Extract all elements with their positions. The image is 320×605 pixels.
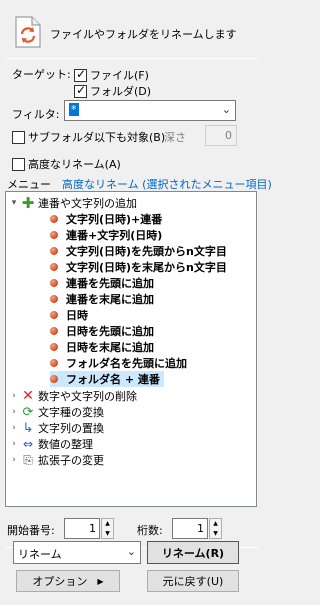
tree-group-replace[interactable]: › ↳ 文字列の置換 [9,420,104,436]
expand-arrow-icon[interactable]: › [9,391,19,401]
tree-group-delete[interactable]: › ✕ 数字や文字列の削除 [9,388,137,404]
red-x-icon: ✕ [22,388,34,404]
subfolder-label: サブフォルダ以下も対象(B) [28,131,166,144]
target-label: ターゲット: [12,68,71,81]
tree-item[interactable]: フォルダ名を先頭に追加 [50,355,187,371]
advanced-menu-link[interactable]: 高度なリネーム (選択されたメニュー項目) [62,176,272,192]
tree-group-extension[interactable]: › ⎘ 拡張子の変更 [9,452,104,468]
number-icon: ⇔ [22,437,34,451]
start-number-stepper[interactable]: ▲ ▼ [101,518,114,539]
rename-app-icon [15,16,41,48]
tree-item-selected[interactable]: フォルダ名 + 連番 [50,371,164,387]
tree-group-label: 文字種の変換 [38,406,104,419]
expand-arrow-icon[interactable]: › [9,439,19,449]
up-arrow-icon[interactable]: ▲ [213,520,218,527]
down-arrow-icon[interactable]: ▼ [105,530,110,537]
bullet-icon [50,231,58,239]
advanced-checkbox[interactable] [12,157,25,171]
bullet-icon [50,263,58,271]
tree-group-add[interactable]: ▾ ✚ 連番や文字列の追加 [9,194,137,212]
expand-arrow-icon[interactable]: › [9,423,19,433]
bullet-icon [50,279,58,287]
tree-group-label: 文字列の置換 [38,422,104,435]
bullet-icon [50,295,58,303]
tree-item[interactable]: 連番を先頭に追加 [50,275,154,291]
file-checkbox-label: ファイル(F) [90,69,149,82]
separator-top [6,58,258,59]
bullet-icon [50,375,58,383]
subfolder-checkbox-row[interactable]: サブフォルダ以下も対象(B) [12,129,165,145]
advanced-checkbox-row[interactable]: 高度なリネーム(A) [12,156,121,172]
filter-combo[interactable]: * ⌄ [64,100,236,121]
file-checkbox-row[interactable]: ファイル(F) [74,67,149,83]
folder-checkbox-label: フォルダ(D) [90,85,152,98]
menu-label: メニュー [7,178,51,191]
tree-group-label: 連番や文字列の追加 [38,197,137,210]
tree-item[interactable]: 日時 [50,307,88,323]
undo-button[interactable]: 元に戻す(U) [147,570,239,592]
header-description: ファイルやフォルダをリネームします [50,28,237,41]
rename-button[interactable]: リネーム(R) [147,541,239,564]
chevron-down-icon[interactable]: ⌄ [222,103,231,116]
up-arrow-icon[interactable]: ▲ [105,520,110,527]
bullet-icon [50,359,58,367]
depth-label: 深さ [164,131,186,144]
expand-arrow-icon[interactable]: › [9,455,19,465]
digits-value[interactable]: 1 [197,522,204,535]
tree-item[interactable]: 連番+文字列(日時) [50,227,162,243]
mode-select[interactable]: リネーム ⌄ [13,541,141,564]
down-arrow-icon[interactable]: ▼ [213,530,218,537]
header: ファイルやフォルダをリネームします [8,14,258,50]
tree-group-label: 拡張子の変更 [38,454,104,467]
digits-stepper[interactable]: ▲ ▼ [209,518,222,539]
tree-item[interactable]: 日時を先頭に追加 [50,323,154,339]
start-number-input[interactable]: 1 [64,518,100,539]
file-checkbox[interactable] [74,67,87,82]
digits-input[interactable]: 1 [172,518,208,539]
tree-item[interactable]: 文字列(日時)+連番 [50,211,162,227]
advanced-label: 高度なリネーム(A) [28,158,121,171]
start-number-label: 開始番号: [7,524,55,537]
tree-group-label: 数値の整理 [38,438,93,451]
depth-input[interactable]: 0 [205,125,237,146]
bullet-icon [50,247,58,255]
tree-group-convert[interactable]: › ⟳ 文字種の変換 [9,404,104,420]
expand-arrow-icon[interactable]: › [9,407,19,417]
bullet-icon [50,311,58,319]
submenu-arrow-icon: ▶ [97,576,104,586]
bullet-icon [50,215,58,223]
digits-label: 桁数: [137,524,163,537]
filter-value[interactable]: * [69,103,79,116]
subfolder-checkbox[interactable] [12,130,25,144]
options-button-label: オプション [32,575,88,588]
tree-group-label: 数字や文字列の削除 [38,390,137,403]
green-plus-icon: ✚ [21,194,35,212]
extension-icon: ⎘ [23,452,33,467]
folder-checkbox[interactable] [74,83,87,98]
tree-item[interactable]: 連番を末尾に追加 [50,291,154,307]
mode-select-value: リネーム [18,548,62,561]
tree-item[interactable]: 文字列(日時)を先頭からn文字目 [50,243,227,259]
tree-group-numbers[interactable]: › ⇔ 数値の整理 [9,436,93,452]
menu-tree[interactable]: ▾ ✚ 連番や文字列の追加 文字列(日時)+連番 連番+文字列(日時) 文字列(… [5,191,257,507]
collapse-arrow-icon[interactable]: ▾ [9,198,19,208]
start-number-value[interactable]: 1 [89,522,96,535]
convert-icon: ⟳ [22,404,34,420]
filter-label: フィルタ: [12,108,60,121]
bullet-icon [50,343,58,351]
folder-checkbox-row[interactable]: フォルダ(D) [74,83,151,99]
replace-icon: ↳ [22,420,34,436]
options-button[interactable]: オプション ▶ [16,570,120,592]
bullet-icon [50,327,58,335]
tree-item[interactable]: 文字列(日時)を末尾からn文字目 [50,259,227,275]
tree-item[interactable]: 日時を末尾に追加 [50,339,154,355]
chevron-down-icon[interactable]: ⌄ [127,545,136,558]
